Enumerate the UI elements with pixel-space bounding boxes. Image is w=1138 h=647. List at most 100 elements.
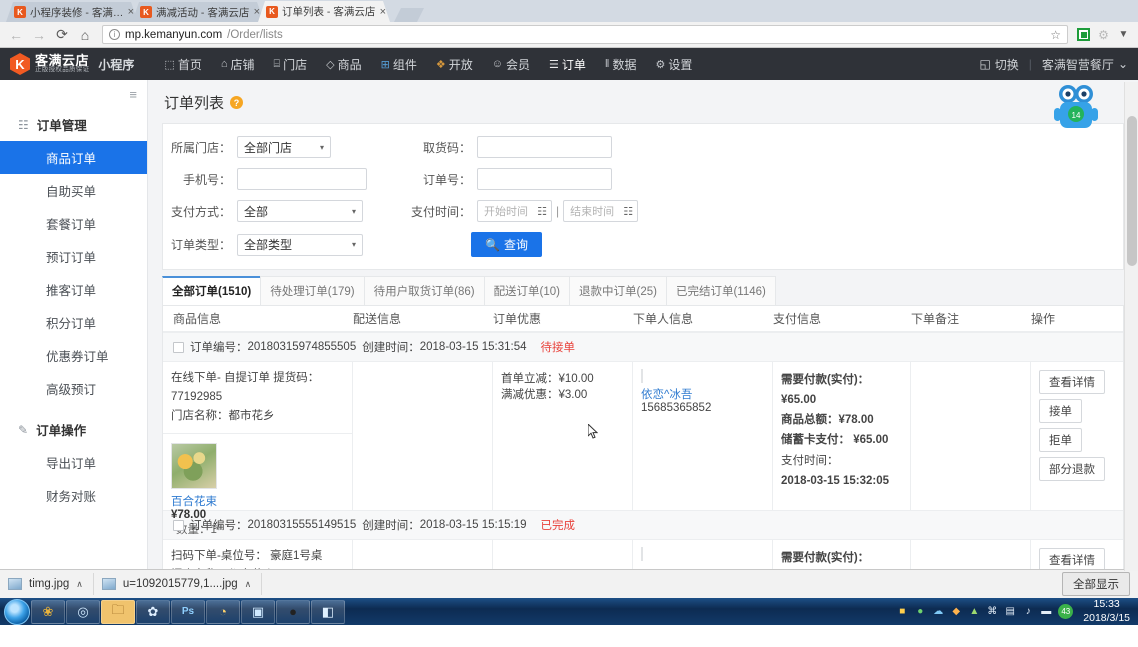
pay-time-start-input[interactable]: 开始时间 ☷	[477, 200, 552, 222]
tab-pending-orders[interactable]: 待处理订单(179)	[260, 276, 365, 305]
nav-item-open[interactable]: ❖ 开放	[428, 48, 481, 80]
phone-input[interactable]	[237, 168, 367, 190]
start-button-icon[interactable]	[4, 598, 30, 625]
network-icon[interactable]: ▬	[1040, 606, 1052, 618]
forward-icon[interactable]: →	[29, 25, 49, 45]
chevron-up-icon[interactable]: ∧	[76, 579, 83, 590]
sidebar-item-coupon-orders[interactable]: 优惠券订单	[0, 339, 147, 372]
product-name[interactable]: 百合花束	[171, 493, 344, 509]
switch-button[interactable]: ◱ 切换	[979, 56, 1018, 73]
goods-icon: ◇	[326, 58, 335, 71]
sidebar-item-reservation-orders[interactable]: 预订订单	[0, 240, 147, 273]
home-icon[interactable]: ⌂	[75, 25, 95, 45]
pay-type-select[interactable]: 全部 ▾	[237, 200, 363, 222]
tab-delivery-orders[interactable]: 配送订单(10)	[483, 276, 571, 305]
sidebar-item-promoter-orders[interactable]: 推客订单	[0, 273, 147, 306]
product-thumbnail[interactable]	[171, 442, 217, 489]
order-no-input[interactable]	[477, 168, 612, 190]
tab-all-orders[interactable]: 全部订单(1510)	[162, 276, 262, 305]
search-button[interactable]: 🔍 查询	[471, 232, 542, 257]
chevron-up-icon[interactable]: ∧	[245, 579, 252, 590]
order-type-select[interactable]: 全部类型 ▾	[237, 233, 363, 256]
close-icon[interactable]: ×	[254, 6, 260, 18]
new-tab-button[interactable]	[394, 8, 424, 22]
sidebar-collapse-icon[interactable]: ≡	[0, 84, 147, 108]
nav-item-member[interactable]: ☺ 会员	[484, 48, 538, 80]
nav-item-home[interactable]: ⬚ 首页	[156, 48, 209, 80]
tray-icon-2[interactable]: ●	[914, 606, 926, 618]
scrollbar-thumb[interactable]	[1127, 116, 1137, 266]
download-item-1[interactable]: timg.jpg ∧	[8, 573, 94, 595]
download-item-2[interactable]: u=1092015779,1....jpg ∧	[101, 573, 263, 595]
extension-gray-icon[interactable]: ⚙	[1095, 26, 1112, 43]
nav-item-settings[interactable]: ⚙ 设置	[647, 48, 700, 80]
taskbar-item-4-icon[interactable]: ✿	[136, 599, 170, 624]
extension-green-icon[interactable]	[1075, 26, 1092, 43]
back-icon[interactable]: ←	[6, 25, 26, 45]
nav-item-data[interactable]: ‖ 数据	[597, 48, 645, 80]
reload-icon[interactable]: ⟳	[52, 25, 72, 45]
nav-item-shop[interactable]: ⌂ 店铺	[213, 48, 263, 80]
nav-label: 店铺	[230, 57, 255, 72]
sidebar-item-package-orders[interactable]: 套餐订单	[0, 207, 147, 240]
show-all-downloads-button[interactable]: 全部显示	[1062, 572, 1130, 596]
tray-icon-4[interactable]: ◆	[950, 606, 962, 618]
taskbar-item-obs-icon[interactable]: ●	[276, 599, 310, 624]
tray-icon-7[interactable]: ▤	[1004, 606, 1016, 618]
view-detail-button[interactable]: 查看详情	[1039, 370, 1105, 394]
tray-icon-3[interactable]: ☁	[932, 606, 944, 618]
order-type-value: 全部类型	[244, 238, 293, 252]
browser-tab-1[interactable]: K 小程序装修 - 客满云店 ×	[6, 2, 138, 22]
pickup-code-input[interactable]	[477, 136, 612, 158]
close-icon[interactable]: ×	[380, 6, 386, 18]
assistant-mascot-icon[interactable]: 14	[1052, 82, 1100, 134]
pay-time-end-input[interactable]: 结束时间 ☷	[563, 200, 639, 222]
tab-completed-orders[interactable]: 已完结订单(1146)	[665, 276, 776, 305]
site-info-icon[interactable]: i	[109, 29, 120, 40]
sidebar-item-product-orders[interactable]: 商品订单	[0, 141, 147, 174]
accept-order-button[interactable]: 接单	[1039, 399, 1082, 423]
tab-awaiting-pickup-orders[interactable]: 待用户取货订单(86)	[363, 276, 485, 305]
order-checkbox[interactable]	[173, 519, 184, 531]
sidebar-item-points-orders[interactable]: 积分订单	[0, 306, 147, 339]
sidebar-item-export-orders[interactable]: 导出订单	[0, 446, 147, 479]
taskbar-item-ie-icon[interactable]: ◎	[66, 599, 100, 624]
view-detail-button[interactable]: 查看详情	[1039, 548, 1105, 569]
sidebar-item-advanced-booking[interactable]: 高级预订	[0, 372, 147, 405]
browser-tab-3[interactable]: K 订单列表 - 客满云店 ×	[258, 1, 390, 22]
tray-icon-6[interactable]: ⌘	[986, 606, 998, 618]
nav-item-goods[interactable]: ◇ 商品	[318, 48, 369, 80]
taskbar-item-chrome-icon[interactable]: ◔	[206, 599, 240, 624]
partial-refund-button[interactable]: 部分退款	[1039, 457, 1105, 481]
reject-order-button[interactable]: 拒单	[1039, 428, 1082, 452]
shop-selector[interactable]: 客满智营餐厅 ⌄	[1042, 56, 1128, 73]
nav-item-store[interactable]: ⌸ 门店	[266, 48, 316, 80]
chevron-down-icon[interactable]: ▼	[1115, 26, 1132, 43]
taskbar-item-photoshop-icon[interactable]: Ps	[171, 599, 205, 624]
customer-name[interactable]: 依恋^冰吾	[641, 386, 764, 402]
order-checkbox[interactable]	[173, 341, 184, 353]
taskbar-item-9-icon[interactable]: ◧	[311, 599, 345, 624]
store-select[interactable]: 全部门店 ▾	[237, 136, 331, 158]
tray-icon-5[interactable]: ▲	[968, 606, 980, 618]
logo[interactable]: K 客满云店 正版授权品质保证 小程序	[10, 53, 134, 75]
taskbar-item-1-icon[interactable]: ❀	[31, 599, 65, 624]
sidebar-item-self-pay[interactable]: 自助买单	[0, 174, 147, 207]
volume-badge[interactable]: 43	[1058, 604, 1074, 619]
sidebar-item-financial-reconciliation[interactable]: 财务对账	[0, 479, 147, 512]
tray-icon-1[interactable]: ■	[896, 606, 908, 618]
filter-panel: 所属门店： 全部门店 ▾ 取货码： 手机号： 订单号： 支付方式： 全部 ▾ 支…	[162, 123, 1124, 270]
close-icon[interactable]: ×	[128, 6, 134, 18]
address-bar[interactable]: i mp.kemanyun.com/Order/lists ☆	[102, 25, 1068, 44]
bookmark-star-icon[interactable]: ☆	[1050, 28, 1061, 42]
page-scrollbar[interactable]	[1124, 82, 1138, 571]
tray-icon-8[interactable]: ♪	[1022, 606, 1034, 618]
taskbar-item-explorer-icon[interactable]: 🗀	[101, 599, 135, 624]
tab-refunding-orders[interactable]: 退款中订单(25)	[569, 276, 667, 305]
nav-item-components[interactable]: ⊞ 组件	[373, 48, 425, 80]
taskbar-item-7-icon[interactable]: ▣	[241, 599, 275, 624]
clock[interactable]: 15:33 2018/3/15	[1079, 598, 1130, 624]
help-icon[interactable]: ?	[230, 96, 244, 109]
nav-item-orders[interactable]: ☰ 订单	[541, 48, 594, 80]
browser-tab-2[interactable]: K 满减活动 - 客满云店 ×	[132, 2, 264, 22]
